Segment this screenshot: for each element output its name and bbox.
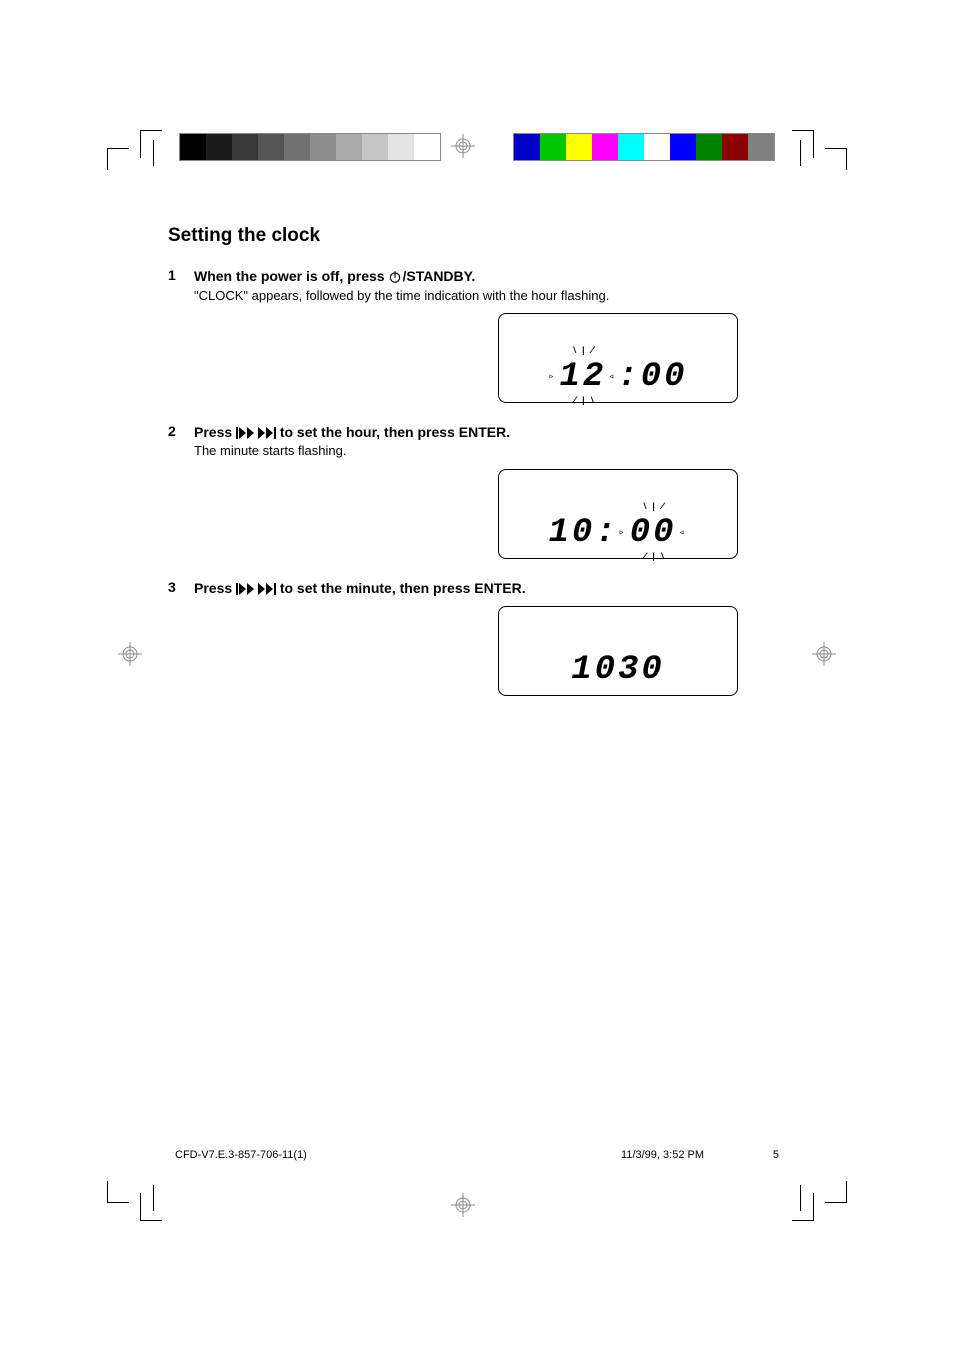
crop-mark — [107, 1202, 129, 1203]
crop-mark — [153, 140, 154, 166]
lcd-minutes: \ | / 00 / | \ — [630, 514, 677, 552]
step-main-text: When the power is off, press /STANDBY. — [194, 267, 763, 287]
blink-arrow-left-icon: ▹ — [548, 371, 557, 383]
step-main-text: Press to set the minute, then press ENTE… — [194, 579, 763, 599]
blink-rays-icon: / | \ — [642, 552, 664, 562]
next-track-icon — [258, 427, 276, 439]
crop-mark — [107, 148, 108, 170]
footer-filename: CFD-V7.E.3-857-706-11(1) — [175, 1149, 307, 1161]
previous-track-icon — [236, 583, 254, 595]
color-calibration-bar — [513, 133, 775, 161]
step-number: 2 — [168, 423, 194, 461]
previous-track-icon — [236, 427, 254, 439]
section-heading: Setting the clock — [168, 225, 763, 247]
crop-mark — [846, 1181, 847, 1203]
registration-mark-icon — [812, 642, 836, 666]
lcd-hours: \ | / 12 / | \ — [559, 358, 606, 396]
footer-page-number: 5 — [773, 1149, 779, 1161]
blink-rays-icon: \ | / — [572, 346, 594, 356]
crop-mark — [825, 1202, 847, 1203]
step-2: 2 Press to set the hour, then press ENTE… — [168, 423, 763, 461]
crop-mark — [846, 148, 847, 170]
step-number: 1 — [168, 267, 194, 305]
lcd-minutes: 00 — [641, 358, 688, 396]
blink-arrow-right-icon: ◃ — [608, 371, 617, 383]
crop-mark — [153, 1185, 154, 1211]
step-3: 3 Press to set the minute, then press EN… — [168, 579, 763, 599]
crop-mark — [140, 1220, 162, 1221]
lcd-separator: : — [595, 514, 618, 552]
standby-power-icon — [388, 270, 402, 284]
step-main-text: Press to set the hour, then press ENTER. — [194, 423, 763, 443]
crop-mark — [813, 130, 814, 158]
blink-arrow-left-icon: ▹ — [619, 527, 628, 539]
step-number: 3 — [168, 579, 194, 599]
step-1: 1 When the power is off, press /STANDBY.… — [168, 267, 763, 305]
grayscale-calibration-bar — [179, 133, 441, 161]
crop-mark — [792, 130, 814, 131]
lcd-minutes: 30 — [618, 651, 665, 689]
crop-mark — [107, 1181, 108, 1203]
crop-mark — [140, 1193, 141, 1221]
crop-mark — [140, 130, 141, 158]
blink-rays-icon: \ | / — [642, 502, 664, 512]
next-track-icon — [258, 583, 276, 595]
crop-mark — [800, 1185, 801, 1211]
registration-mark-icon — [118, 642, 142, 666]
crop-mark — [813, 1193, 814, 1221]
blink-arrow-right-icon: ◃ — [679, 527, 688, 539]
lcd-hours: 10 — [548, 514, 595, 552]
lcd-hours: 10 — [571, 651, 618, 689]
registration-mark-icon — [451, 134, 475, 158]
crop-mark — [800, 140, 801, 166]
crop-mark — [140, 130, 162, 131]
step-sub-text: "CLOCK" appears, followed by the time in… — [194, 287, 763, 305]
step-sub-text: The minute starts flashing. — [194, 442, 763, 460]
registration-mark-icon — [451, 1193, 475, 1217]
crop-mark — [107, 148, 129, 149]
lcd-display-2: 10 : ▹ \ | / 00 / | \ ◃ — [498, 469, 738, 559]
crop-mark — [792, 1220, 814, 1221]
crop-mark — [825, 148, 847, 149]
lcd-separator: : — [617, 358, 640, 396]
blink-rays-icon: / | \ — [572, 396, 594, 406]
lcd-display-3: 10 30 — [498, 606, 738, 696]
footer-date: 11/3/99, 3:52 PM — [621, 1149, 704, 1161]
lcd-display-1: ▹ \ | / 12 / | \ ◃ : 00 — [498, 313, 738, 403]
page-content: Setting the clock 1 When the power is of… — [168, 225, 763, 716]
